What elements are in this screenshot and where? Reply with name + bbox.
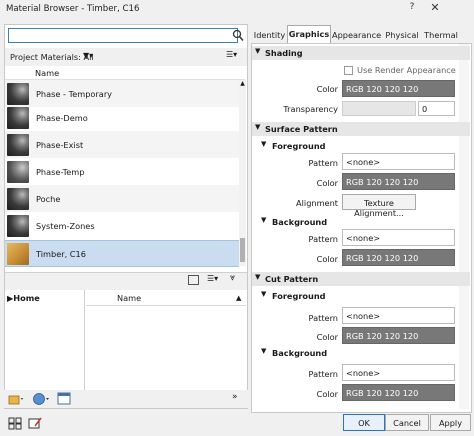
cut-bg-pattern-label: Pattern bbox=[308, 369, 338, 379]
material-row[interactable]: Phase - Temporary bbox=[5, 80, 239, 107]
tab-physical[interactable]: Physical bbox=[382, 27, 422, 43]
collapse-triangle-icon: ▼ bbox=[261, 140, 267, 148]
shading-color-swatch[interactable]: RGB 120 120 120 bbox=[342, 80, 455, 97]
window-title: Material Browser - Timber, C16 bbox=[6, 4, 140, 14]
view-options-icon[interactable]: ☰▾ bbox=[226, 50, 244, 63]
material-name: Phase-Temp bbox=[36, 166, 85, 177]
tab-thermal[interactable]: Thermal bbox=[423, 27, 459, 43]
asset-editor-icon[interactable] bbox=[57, 392, 71, 405]
collapse-triangle-icon: ▼ bbox=[255, 47, 261, 55]
surface-bg-color-label: Color bbox=[316, 254, 338, 264]
surface-fg-color-swatch[interactable]: RGB 120 120 120 bbox=[342, 173, 455, 190]
material-row[interactable]: Phase-Temp bbox=[5, 158, 239, 185]
material-swatch bbox=[7, 160, 29, 183]
surface-fg-pattern-label: Pattern bbox=[308, 158, 338, 168]
cut-fg-color-label: Color bbox=[316, 332, 338, 342]
material-row-selected[interactable]: Timber, C16 bbox=[5, 240, 239, 267]
scroll-thumb[interactable] bbox=[240, 238, 245, 262]
cut-fg-pattern-label: Pattern bbox=[308, 313, 338, 323]
library-name-header[interactable]: Name bbox=[86, 290, 246, 306]
collapse-triangle-icon: ▼ bbox=[255, 123, 261, 131]
name-column-header[interactable]: Name bbox=[5, 66, 245, 80]
material-name: Timber, C16 bbox=[36, 248, 86, 259]
material-name: Poche bbox=[36, 193, 61, 204]
search-icon[interactable] bbox=[232, 29, 244, 42]
expand-library-icon[interactable]: » bbox=[232, 392, 238, 402]
material-swatch bbox=[7, 82, 29, 105]
project-materials-label[interactable]: Project Materials: All bbox=[10, 52, 94, 62]
collapse-triangle-icon: ▼ bbox=[261, 290, 267, 298]
tab-identity[interactable]: Identity bbox=[253, 27, 286, 43]
material-swatch bbox=[7, 214, 29, 237]
material-swatch bbox=[7, 133, 29, 156]
transparency-label: Transparency bbox=[283, 104, 338, 114]
list-view-icon[interactable]: ☰▾ bbox=[207, 274, 218, 283]
close-button[interactable]: ✕ bbox=[426, 1, 444, 19]
material-row[interactable]: Phase-Demo bbox=[5, 104, 239, 131]
surface-fg-alignment-label: Alignment bbox=[296, 198, 338, 208]
surface-fg-color-label: Color bbox=[316, 178, 338, 188]
material-row[interactable]: System-Zones bbox=[5, 212, 239, 239]
surface-bg-color-swatch[interactable]: RGB 120 120 120 bbox=[342, 249, 455, 266]
material-swatch bbox=[7, 106, 29, 129]
open-library-icon[interactable] bbox=[7, 416, 23, 430]
cut-pattern-section-header[interactable]: ▼ Cut Pattern bbox=[252, 272, 470, 286]
transparency-slider[interactable] bbox=[342, 101, 416, 116]
scroll-up-arrow-icon[interactable]: ▲ bbox=[239, 80, 246, 88]
material-row[interactable]: Phase-Exist bbox=[5, 131, 239, 158]
surface-fg-pattern-field[interactable]: <none> bbox=[342, 153, 455, 170]
properties-scrollbar[interactable] bbox=[459, 44, 469, 409]
material-name: System-Zones bbox=[36, 220, 95, 231]
cancel-button[interactable]: Cancel bbox=[385, 414, 429, 431]
material-row[interactable]: Poche bbox=[5, 185, 239, 212]
search-input[interactable] bbox=[8, 28, 238, 43]
use-render-appearance-checkbox[interactable] bbox=[344, 66, 353, 75]
tab-graphics[interactable]: Graphics bbox=[287, 25, 331, 44]
collapse-triangle-icon: ▼ bbox=[261, 347, 267, 355]
library-globe-icon[interactable] bbox=[32, 392, 50, 406]
material-name: Phase-Demo bbox=[36, 112, 88, 123]
cut-bg-color-label: Color bbox=[316, 389, 338, 399]
collapse-triangle-icon: ▼ bbox=[255, 273, 261, 281]
create-material-icon[interactable] bbox=[8, 392, 24, 406]
sort-up-icon: ▲ bbox=[236, 294, 242, 302]
shading-section-header[interactable]: ▼ Shading bbox=[252, 46, 470, 60]
surface-pattern-section-header[interactable]: ▼ Surface Pattern bbox=[252, 122, 470, 136]
help-button[interactable]: ? bbox=[403, 2, 421, 18]
material-swatch bbox=[7, 242, 29, 265]
edit-appearance-icon[interactable] bbox=[27, 416, 43, 430]
tab-appearance[interactable]: Appearance bbox=[332, 27, 381, 43]
library-panel-icon[interactable] bbox=[188, 275, 199, 285]
collapse-triangle-icon: ▼ bbox=[261, 216, 267, 224]
cut-fg-color-swatch[interactable]: RGB 120 120 120 bbox=[342, 327, 455, 344]
cut-bg-color-swatch[interactable]: RGB 120 120 120 bbox=[342, 384, 455, 401]
use-render-appearance-label: Use Render Appearance bbox=[357, 65, 456, 75]
library-home-item[interactable]: ▶Home bbox=[7, 293, 40, 303]
ok-button[interactable]: OK bbox=[343, 414, 385, 431]
surface-bg-pattern-field[interactable]: <none> bbox=[342, 229, 455, 246]
filter-icon[interactable]: ▼▾ bbox=[83, 51, 93, 60]
apply-button[interactable]: Apply bbox=[430, 414, 471, 431]
cut-fg-pattern-field[interactable]: <none> bbox=[342, 307, 455, 324]
material-name: Phase-Exist bbox=[36, 139, 84, 150]
surface-bg-pattern-label: Pattern bbox=[308, 234, 338, 244]
texture-alignment-button[interactable]: Texture Alignment... bbox=[342, 194, 416, 218]
cut-bg-pattern-field[interactable]: <none> bbox=[342, 364, 455, 381]
collapse-library-icon[interactable]: ⩔ bbox=[230, 273, 235, 283]
material-name: Phase - Temporary bbox=[36, 88, 113, 99]
transparency-value-input[interactable]: 0 bbox=[418, 101, 455, 116]
shading-color-label: Color bbox=[316, 84, 338, 94]
material-swatch bbox=[7, 187, 29, 210]
